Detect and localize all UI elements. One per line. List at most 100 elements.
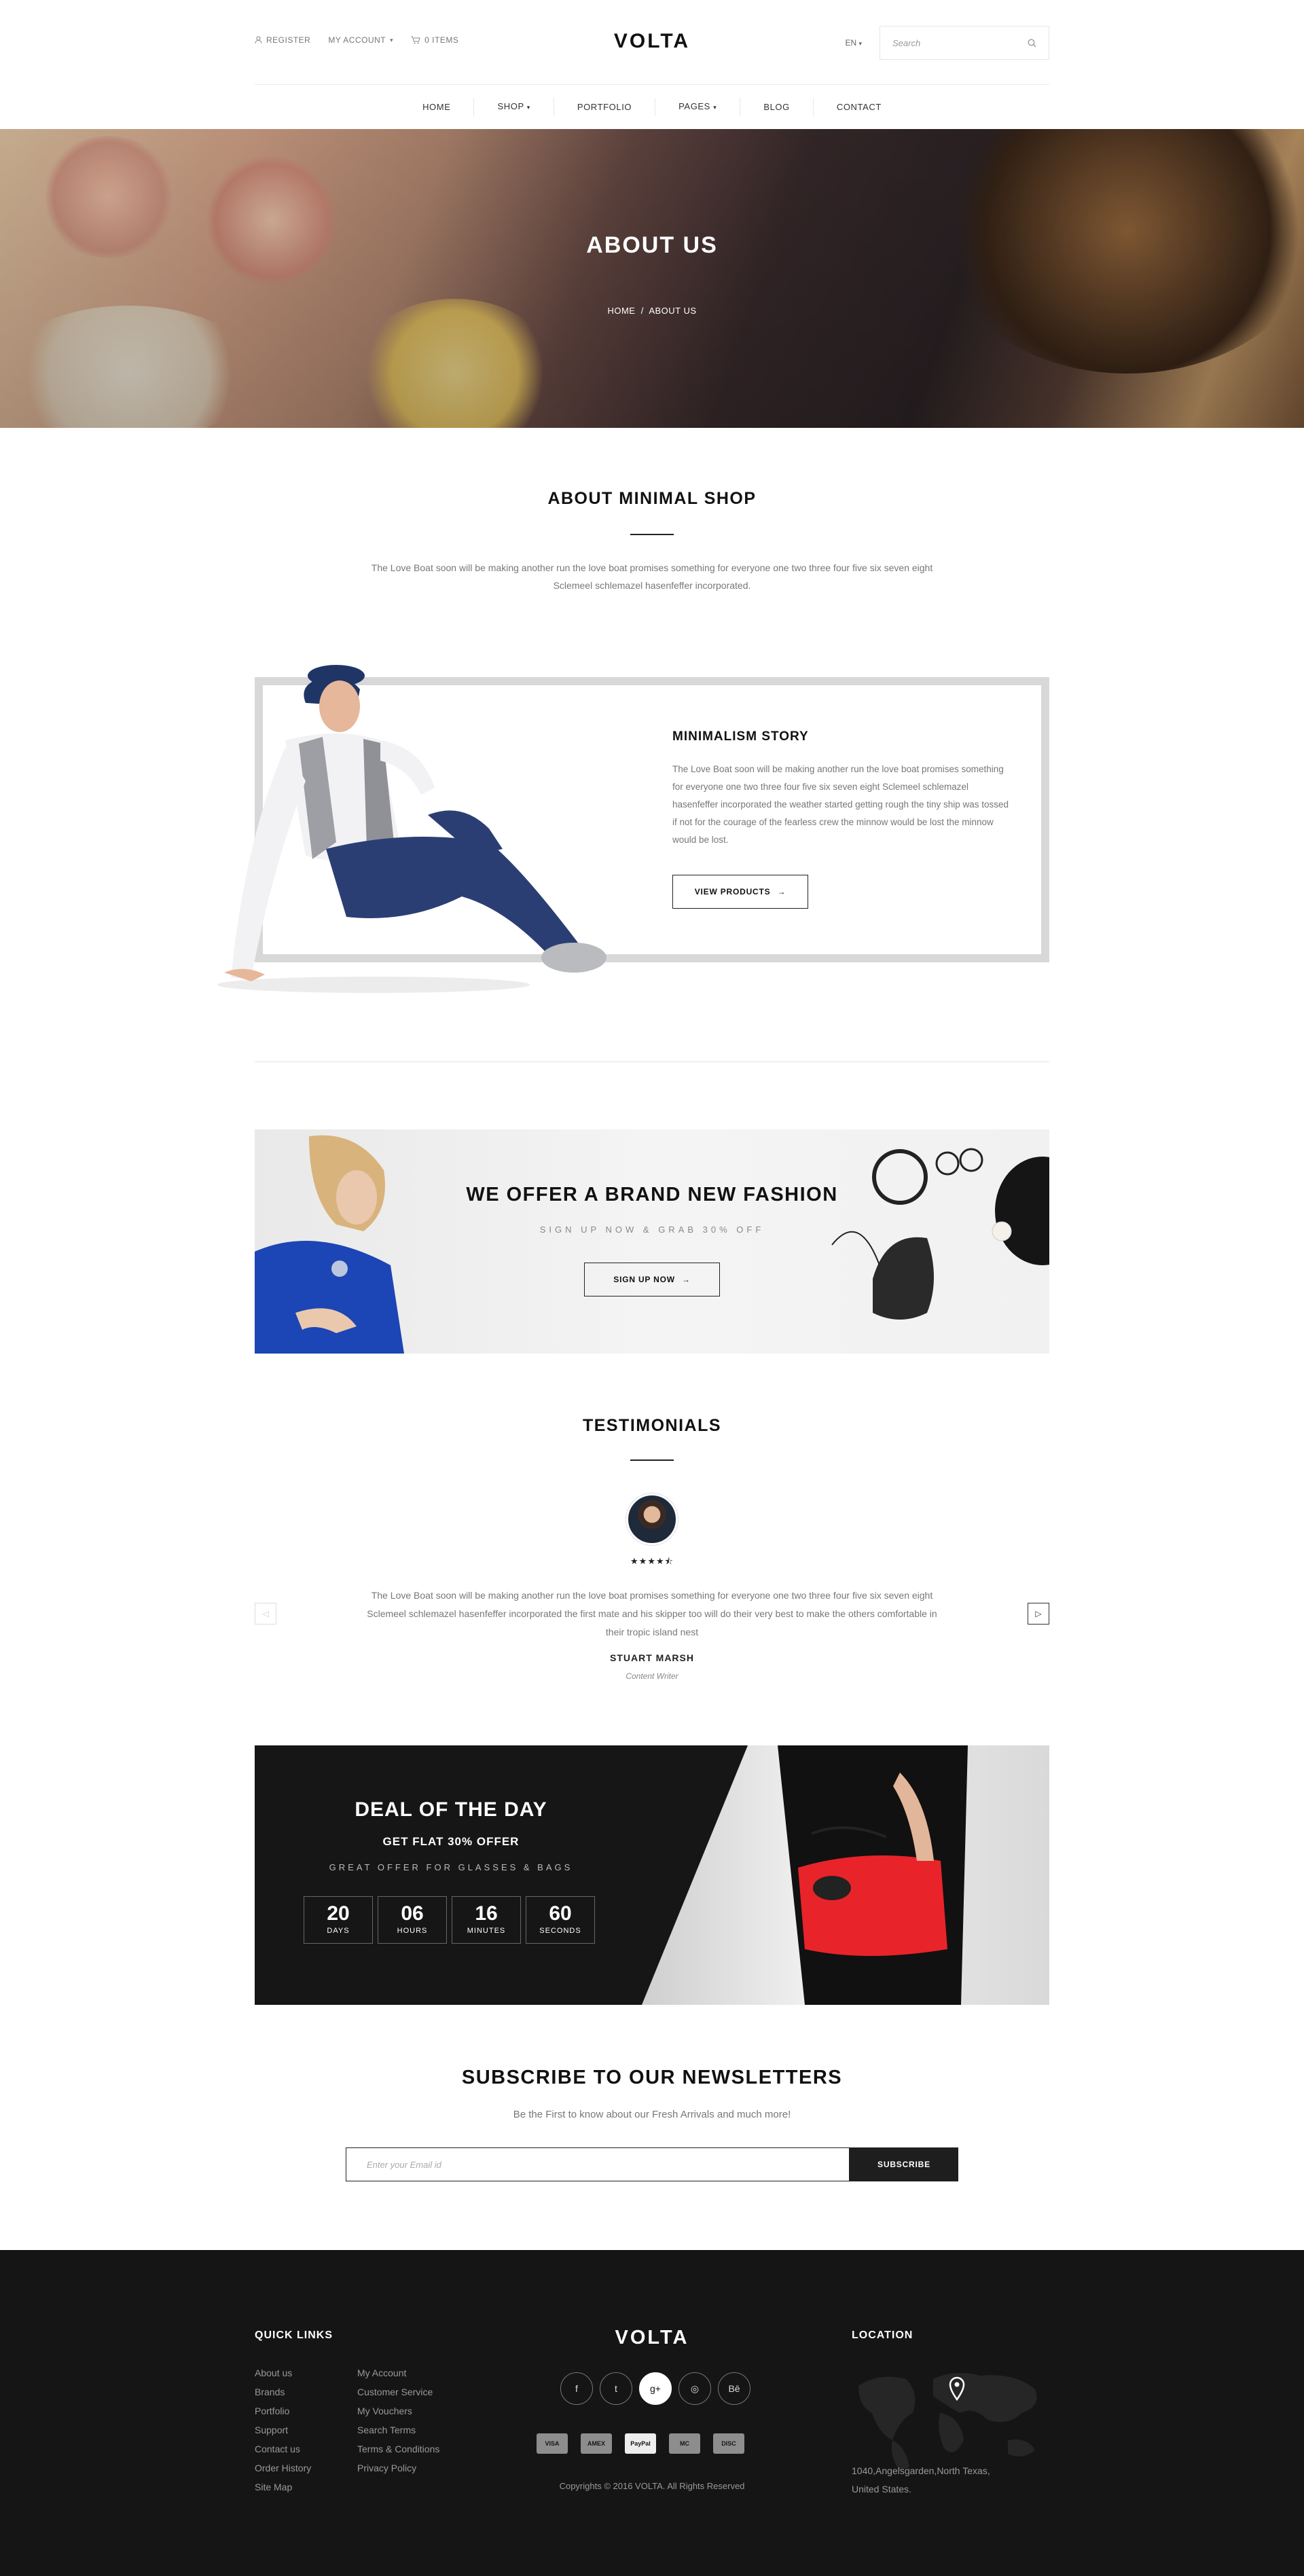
arrow-right-icon: → [681,1275,691,1284]
language-selector[interactable]: EN ▾ [845,38,862,48]
sign-up-label: SIGN UP NOW [613,1275,675,1284]
footer-link[interactable]: Privacy Policy [357,2459,439,2478]
search-placeholder: Search [892,37,921,48]
footer-link[interactable]: Brands [255,2382,311,2401]
mastercard-icon: MC [669,2433,700,2454]
twitter-icon[interactable]: t [600,2372,632,2405]
behance-icon[interactable]: Bē [718,2372,750,2405]
user-icon [255,36,262,44]
search-icon[interactable] [1028,38,1036,48]
nav-item-portfolio[interactable]: PORTFOLIO [554,98,656,116]
footer-link[interactable]: Customer Service [357,2382,439,2401]
countdown-minutes: 16 MINUTES [452,1896,521,1944]
story-text: The Love Boat soon will be making anothe… [672,764,1009,845]
footer-link[interactable]: About us [255,2363,311,2382]
footer-link[interactable]: Contact us [255,2439,311,2459]
hero-overlay [0,129,1304,428]
my-account-label: MY ACCOUNT [328,35,386,45]
nav-label: PORTFOLIO [577,101,632,112]
google-plus-icon[interactable]: g+ [639,2372,672,2405]
deal-of-the-day: DEAL OF THE DAY GET FLAT 30% OFFER GREAT… [255,1745,1049,2005]
main-nav: HOME SHOP ▾ PORTFOLIO PAGES ▾ BLOG CONTA… [0,85,1304,129]
footer-link[interactable]: My Account [357,2363,439,2382]
language-label: EN [845,38,857,48]
nav-label: SHOP [497,101,524,111]
breadcrumb-current: ABOUT US [649,306,697,316]
visa-icon: VISA [537,2433,568,2454]
next-testimonial-button[interactable]: ▷ [1028,1603,1049,1625]
chevron-down-icon: ▾ [713,104,717,111]
arrow-right-icon: → [777,887,786,896]
nav-label: PAGES [678,101,710,111]
breadcrumb: HOME / ABOUT US [0,306,1304,316]
quick-links-col-2: My Account Customer Service My Vouchers … [357,2363,439,2478]
countdown-value: 16 [475,1902,498,1925]
countdown-label: MINUTES [467,1927,506,1935]
countdown-value: 60 [549,1902,572,1925]
email-field[interactable]: Enter your Email id [346,2147,850,2181]
instagram-icon[interactable]: ◎ [678,2372,711,2405]
fashion-banner: WE OFFER A BRAND NEW FASHION SIGN UP NOW… [255,1129,1049,1354]
banner-accessories-photo [831,1148,1049,1320]
breadcrumb-separator: / [638,306,647,316]
cart-icon [411,36,420,44]
countdown-value: 06 [401,1902,424,1925]
paypal-icon: PayPal [625,2433,656,2454]
nav-item-home[interactable]: HOME [399,98,475,116]
social-links: f t g+ ◎ Bē [560,2372,750,2405]
site-logo[interactable]: VOLTA [614,30,690,53]
cart-link[interactable]: 0 ITEMS [411,35,458,45]
about-title: ABOUT MINIMAL SHOP [547,489,757,508]
nav-label: CONTACT [836,101,882,112]
title-underline [630,534,674,535]
countdown-hours: 06 HOURS [378,1896,447,1944]
discover-icon: DISC [713,2433,744,2454]
chevron-right-icon: ▷ [1035,1609,1042,1618]
register-link[interactable]: REGISTER [255,35,310,45]
footer-link[interactable]: Search Terms [357,2420,439,2439]
address-text: 1040,Angelsgarden,North Texas, United St… [852,2465,990,2495]
footer-link[interactable]: Support [255,2420,311,2439]
deal-title: DEAL OF THE DAY [355,1798,547,1821]
nav-item-contact[interactable]: CONTACT [814,98,905,116]
chevron-down-icon: ▾ [526,104,530,111]
nav-label: BLOG [763,101,790,112]
page-hero-banner: ABOUT US HOME / ABOUT US [0,129,1304,428]
testimonial-quote: The Love Boat soon will be making anothe… [367,1590,937,1637]
about-text: The Love Boat soon will be making anothe… [371,562,933,591]
footer-logo[interactable]: VOLTA [0,2327,1304,2349]
deal-offer: GET FLAT 30% OFFER [382,1835,520,1848]
testimonials-title: TESTIMONIALS [582,1416,722,1435]
header-right: EN ▾ Search [845,26,1049,60]
view-products-label: VIEW PRODUCTS [694,887,771,896]
cart-count: 0 ITEMS [424,35,459,45]
footer-link[interactable]: Order History [255,2459,311,2478]
subscribe-button[interactable]: SUBSCRIBE [850,2147,958,2181]
sign-up-button[interactable]: SIGN UP NOW → [584,1263,720,1296]
testimonial-author: STUART MARSH [610,1652,694,1663]
nav-item-pages[interactable]: PAGES ▾ [655,98,741,116]
newsletter-title: SUBSCRIBE TO OUR NEWSLETTERS [461,2067,843,2088]
site-footer: QUICK LINKS About us Brands Portfolio Su… [0,2250,1304,2576]
deal-photo-art [778,1745,968,2005]
countdown-days: 20 DAYS [304,1896,373,1944]
nav-label: HOME [422,101,451,112]
chevron-down-icon: ▾ [858,40,862,47]
header-left-links: REGISTER MY ACCOUNT ▾ 0 ITEMS [255,35,458,45]
countdown-label: DAYS [327,1927,350,1935]
nav-item-blog[interactable]: BLOG [740,98,814,116]
title-underline [630,1459,674,1461]
view-products-button[interactable]: VIEW PRODUCTS → [672,875,808,909]
prev-testimonial-button[interactable]: ◁ [255,1603,276,1625]
nav-item-shop[interactable]: SHOP ▾ [474,98,554,116]
footer-link[interactable]: Portfolio [255,2401,311,2420]
footer-link[interactable]: Terms & Conditions [357,2439,439,2459]
my-account-dropdown[interactable]: MY ACCOUNT ▾ [328,35,393,45]
footer-link[interactable]: My Vouchers [357,2401,439,2420]
facebook-icon[interactable]: f [560,2372,593,2405]
breadcrumb-home[interactable]: HOME [607,306,635,316]
page-title: ABOUT US [586,232,718,258]
story-title: MINIMALISM STORY [672,729,809,744]
search-input[interactable]: Search [880,26,1049,60]
avatar [626,1493,678,1545]
